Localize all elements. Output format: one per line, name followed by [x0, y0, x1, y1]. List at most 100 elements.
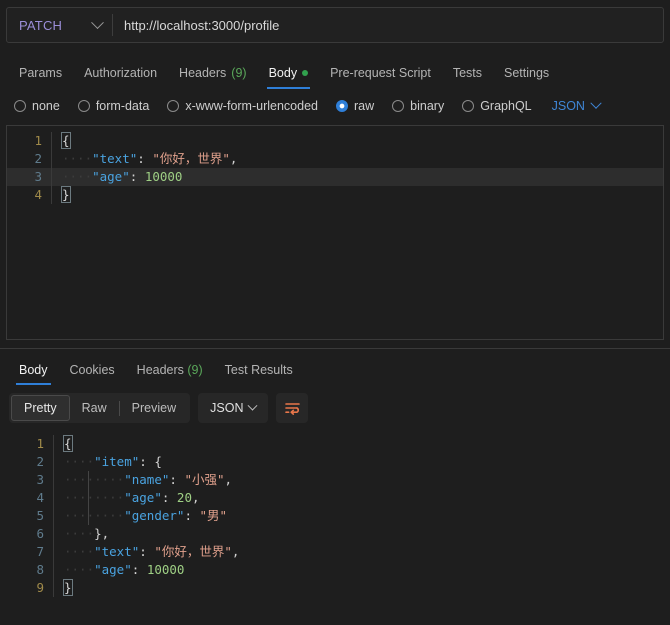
code-line: 9} [9, 579, 670, 597]
line-number: 3 [34, 169, 42, 184]
word-wrap-icon [285, 402, 300, 415]
body-type-radio-binary[interactable]: binary [392, 99, 444, 113]
panel-divider [0, 348, 670, 349]
body-type-radio-x-www-form-urlencoded[interactable]: x-www-form-urlencoded [167, 99, 318, 113]
line-number: 5 [36, 508, 44, 523]
radio-label: GraphQL [480, 99, 532, 113]
raw-format-select[interactable]: JSON [552, 97, 602, 113]
code-line: 3 ····"age": 10000 [7, 168, 663, 186]
request-tab-tests[interactable]: Tests [442, 66, 493, 89]
request-tab-body[interactable]: Body [258, 66, 320, 89]
code-line: 4 ········"age": 20, [9, 489, 670, 507]
token-brk: { [61, 132, 71, 149]
token-str: "小强" [184, 472, 225, 487]
token-key: "age" [124, 490, 162, 505]
radio-icon [77, 100, 90, 112]
tab-label: Body [268, 66, 298, 80]
token-key: "text" [94, 544, 140, 559]
indent-guide: ···· [64, 526, 95, 541]
response-tab-body[interactable]: Body [8, 363, 59, 385]
token-pun: , [224, 472, 233, 487]
token-num: 20 [176, 490, 192, 505]
line-number: 6 [36, 526, 44, 541]
token-pun: , [229, 151, 238, 166]
radio-icon [167, 100, 180, 112]
token-str: "男" [199, 508, 228, 523]
tab-label: Settings [504, 66, 550, 80]
request-tab-bar: Params Authorization Headers (9) Body Pre-req… [0, 55, 670, 89]
request-tab-settings[interactable]: Settings [493, 66, 560, 89]
indent-guide-line [88, 471, 89, 525]
indent-guide: ···· [64, 454, 95, 469]
indent-guide: ········ [64, 490, 125, 505]
view-mode-preview[interactable]: Preview [120, 395, 188, 421]
radio-label: raw [354, 99, 375, 113]
token-pun: : [169, 472, 185, 487]
http-method-select[interactable]: PATCH [7, 8, 112, 42]
body-type-radio-GraphQL[interactable]: GraphQL [462, 99, 532, 113]
code-line: 2 ····"item": { [9, 453, 670, 471]
response-tab-headers[interactable]: Headers (9) [126, 363, 214, 385]
tab-label: Cookies [69, 363, 115, 377]
request-url-input[interactable]: http://localhost:3000/profile [113, 8, 663, 42]
code-line-content: } [51, 186, 663, 204]
code-line-content: ········"age": 20, [53, 489, 670, 507]
request-body-editor[interactable]: 1{2 ····"text": "你好，世界", 3 ····"age": 10000… [6, 125, 664, 340]
response-format-select[interactable]: JSON [198, 393, 269, 423]
body-type-radio-form-data[interactable]: form-data [77, 99, 149, 113]
line-number: 8 [36, 562, 44, 577]
code-line-content: ····"age": 10000 [51, 168, 663, 186]
response-tab-cookies[interactable]: Cookies [59, 363, 126, 385]
token-pun: { [154, 454, 162, 469]
indent-guide: ···· [64, 562, 95, 577]
response-view-mode-group: Pretty Raw Preview [9, 393, 191, 423]
token-pun: : [139, 544, 155, 559]
body-type-radio-raw[interactable]: raw [336, 99, 374, 113]
code-line-content: ····}, [53, 525, 670, 543]
body-type-radio-none[interactable]: none [14, 99, 60, 113]
line-number: 2 [36, 454, 44, 469]
token-pun: : [131, 562, 147, 577]
tab-label: Headers [179, 66, 227, 80]
code-line: 4} [7, 186, 663, 204]
token-key: "age" [94, 562, 132, 577]
radio-icon [462, 100, 475, 112]
code-line-content: ········"name": "小强", [53, 471, 670, 489]
radio-icon [14, 100, 26, 112]
line-number: 3 [36, 472, 44, 487]
indent-guide: ···· [62, 151, 93, 166]
token-key: "text" [92, 151, 138, 166]
token-pun: : [137, 151, 153, 166]
word-wrap-toggle-button[interactable] [276, 393, 309, 423]
request-tab-authorization[interactable]: Authorization [73, 66, 168, 89]
view-mode-pretty[interactable]: Pretty [11, 395, 70, 421]
tab-label: Tests [452, 66, 482, 80]
radio-icon [392, 100, 405, 112]
request-tab-pre-request-script[interactable]: Pre-request Script [319, 66, 442, 89]
token-pun: , [191, 490, 200, 505]
request-tab-headers[interactable]: Headers (9) [168, 66, 258, 89]
line-number: 2 [34, 151, 42, 166]
request-tab-params[interactable]: Params [8, 66, 73, 89]
tab-label: Pre-request Script [330, 66, 431, 80]
radio-label: x-www-form-urlencoded [185, 99, 318, 113]
body-type-radio-group: none form-data x-www-form-urlencoded raw bin… [0, 91, 670, 121]
code-line: 1{ [9, 435, 670, 453]
line-number: 9 [36, 580, 44, 595]
line-number: 4 [34, 187, 42, 202]
tab-label: Test Results [224, 363, 293, 377]
response-body-viewer[interactable]: 1{2 ····"item": { 3 ········"name": "小强", 4 ·… [0, 435, 670, 625]
token-pun: , [231, 544, 240, 559]
response-tab-test-results[interactable]: Test Results [214, 363, 304, 385]
view-mode-raw[interactable]: Raw [70, 395, 119, 421]
token-num: 10000 [144, 169, 183, 184]
indent-guide: ···· [62, 169, 93, 184]
token-key: "age" [92, 169, 130, 184]
code-line-content: ····"item": { [53, 453, 670, 471]
code-line: 1{ [7, 132, 663, 150]
response-tab-bar: Body Cookies Headers (9) Test Results [0, 353, 670, 385]
tab-label: Params [19, 66, 63, 80]
code-line: 5 ········"gender": "男" [9, 507, 670, 525]
radio-label: none [32, 99, 60, 113]
token-pun: : [139, 454, 155, 469]
